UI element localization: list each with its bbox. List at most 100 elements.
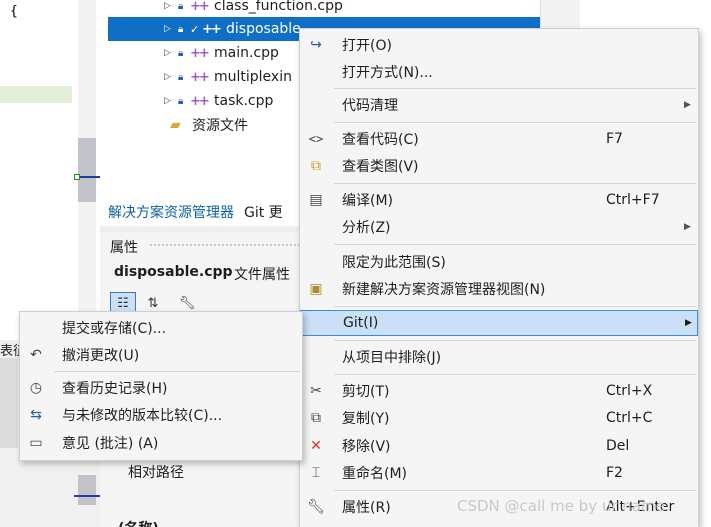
menu-rename[interactable]: ⌶ 重命名(M) F2 [300,460,698,486]
menu-analyze[interactable]: 分析(Z) ▶ [300,214,698,240]
menu-separator [334,183,696,184]
menu-open-with[interactable]: 打开方式(N)... [300,59,698,85]
menu-shortcut: Ctrl+F7 [606,192,660,208]
menu-git[interactable]: Git(I) ▶ [300,310,698,336]
menu-shortcut: Del [606,438,630,454]
menu-view-code[interactable]: <> 查看代码(C) F7 [300,126,698,152]
wrench-icon: 🔧︎ [178,295,196,311]
copy-icon: ⧉ [311,410,321,426]
menu-label: 查看类图(V) [342,159,419,175]
menu-separator [334,88,696,89]
menu-cut[interactable]: ✂ 剪切(T) Ctrl+X [300,378,698,404]
menu-shortcut: F7 [606,131,623,147]
open-arrow-icon: ↪ [310,37,322,53]
editor-scrollbar-thumb[interactable] [78,138,96,202]
menu-view-history[interactable]: ◷ 查看历史记录(H) [20,375,302,401]
menu-open[interactable]: ↪ 打开(O) [300,32,698,58]
expand-arrow-icon[interactable]: ▷ [164,24,178,34]
explorer-tabs: 解决方案资源管理器 Git 更 [108,200,283,224]
menu-label: 查看历史记录(H) [62,381,168,397]
submenu-arrow-icon: ▶ [684,100,691,110]
watermark: CSDN @call me by ur name [457,497,665,515]
menu-compile[interactable]: ▤ 编译(M) Ctrl+F7 [300,187,698,213]
menu-separator [334,122,696,123]
tab-solution-explorer[interactable]: 解决方案资源管理器 [108,202,234,222]
menu-shortcut: Ctrl+X [606,383,653,399]
scissors-icon: ✂ [310,383,322,399]
menu-commit-or-stash[interactable]: 提交或存储(C)... [20,315,302,341]
expand-arrow-icon[interactable]: ▷ [164,48,178,58]
property-name-category: (名称) [118,518,159,527]
tree-item-label: multiplexin [214,69,292,85]
menu-shortcut: Ctrl+C [606,410,653,426]
categorized-icon: ☷ [117,295,129,311]
cpp-file-icon: ++ [190,93,210,109]
tab-git-changes[interactable]: Git 更 [244,202,283,222]
menu-separator [334,490,696,491]
folder-icon: ▰ [170,117,181,133]
menu-label: 撤消更改(U) [62,348,140,364]
menu-separator [334,306,696,307]
context-menu: ↪ 打开(O) 打开方式(N)... 代码清理 ▶ <> 查看代码(C) F7 … [299,28,699,527]
submenu-arrow-icon: ▶ [685,318,692,328]
code-brace: { [10,4,18,19]
scroll-change-marker [74,174,80,180]
compile-icon: ▤ [309,192,323,208]
left-scrollbar-thumb[interactable] [78,475,96,505]
expand-arrow-icon[interactable]: ▷ [164,1,178,11]
comment-icon: ▭ [29,435,43,451]
history-clock-icon: ◷ [29,380,43,396]
expand-arrow-icon[interactable]: ▷ [164,96,178,106]
menu-separator [334,244,696,245]
tree-item-label: 资源文件 [192,118,248,134]
rename-icon: ⌶ [311,465,321,481]
menu-shortcut: F2 [606,465,623,481]
new-view-icon: ▣ [309,281,323,297]
menu-copy[interactable]: ⧉ 复制(Y) Ctrl+C [300,405,698,431]
properties-subject: disposable.cpp [114,264,233,280]
menu-label: 与未修改的版本比较(C)... [62,408,223,424]
menu-label: 打开方式(N)... [342,65,433,81]
title-grip[interactable] [150,244,300,248]
menu-label: 查看代码(C) [342,132,419,148]
tree-item-class-function[interactable]: ▷ 🔒︎ ++ class_function.cpp [108,0,540,18]
remove-x-icon: ✕ [310,438,322,454]
line-highlight [0,86,72,103]
menu-label: Git(I) [343,315,379,331]
class-diagram-icon: ⧉ [311,158,321,174]
menu-exclude-from-project[interactable]: 从项目中排除(J) [300,344,698,370]
menu-label: 代码清理 [342,98,398,114]
undo-icon: ↶ [30,347,42,363]
menu-label: 属性(R) [342,500,391,516]
menu-label: 编译(M) [342,193,394,209]
menu-view-class-diagram[interactable]: ⧉ 查看类图(V) [300,153,698,179]
menu-comment-annotate[interactable]: ▭ 意见 (批注) (A) [20,430,302,456]
properties-title: 属性 [110,240,138,256]
menu-label: 意见 (批注) (A) [62,436,159,452]
editor-scrollbar[interactable] [74,0,100,340]
lock-icon: 🔒︎ [178,23,184,35]
code-editor[interactable]: { [0,0,78,340]
lock-icon: 🔒︎ [178,47,184,59]
menu-label: 从项目中排除(J) [342,350,442,366]
menu-undo-changes[interactable]: ↶ 撤消更改(U) [20,342,302,368]
menu-remove[interactable]: ✕ 移除(V) Del [300,433,698,459]
menu-compare-unmodified[interactable]: ⇆ 与未修改的版本比较(C)... [20,402,302,428]
expand-arrow-icon[interactable]: ▷ [164,72,178,82]
cpp-file-icon: ++ [190,69,210,85]
submenu-arrow-icon: ▶ [684,222,691,232]
checkmark-icon: ✓ [190,22,200,36]
tree-item-label: class_function.cpp [214,0,343,14]
menu-new-solution-view[interactable]: ▣ 新建解决方案资源管理器视图(N) [300,276,698,302]
menu-scope-to-this[interactable]: 限定为此范围(S) [300,249,698,275]
scroll-position-marker [74,495,100,497]
property-relative-path: 相对路径 [128,465,184,481]
menu-label: 复制(Y) [342,411,390,427]
wrench-icon: 🔧︎ [307,499,325,515]
cpp-file-icon: ++ [190,45,210,61]
menu-label: 剪切(T) [342,384,390,400]
menu-label: 提交或存储(C)... [62,321,167,337]
menu-separator [54,371,300,372]
menu-code-cleanup[interactable]: 代码清理 ▶ [300,92,698,118]
lock-icon: 🔒︎ [178,0,184,12]
